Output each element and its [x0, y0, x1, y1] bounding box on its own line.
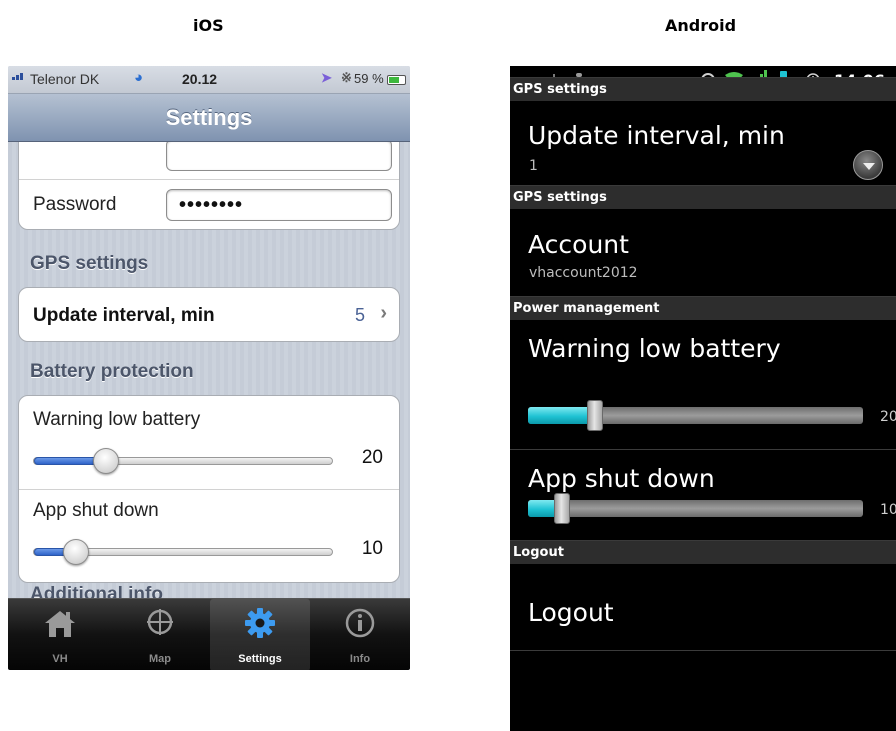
tab-label: Settings	[238, 653, 282, 665]
ios-heading: iOS	[193, 16, 224, 35]
password-row: Password ••••••••	[19, 180, 399, 229]
seekbar-fill	[528, 407, 595, 424]
warning-battery-title: Warning low battery	[528, 334, 781, 363]
battery-protection-header: Battery protection	[30, 361, 194, 382]
update-interval-label: Update interval, min	[33, 305, 215, 326]
ios-navigation-bar: Settings	[8, 94, 410, 142]
status-time: 20.12	[182, 71, 218, 87]
account-title: Account	[528, 230, 629, 259]
home-icon	[45, 611, 75, 637]
account-summary: vhaccount2012	[529, 265, 638, 281]
username-field[interactable]	[166, 142, 392, 171]
wifi-icon: ◕	[134, 69, 144, 86]
app-shutdown-value: 10	[880, 502, 896, 518]
signal-icon	[12, 73, 23, 80]
page-title: Settings	[165, 105, 253, 130]
update-interval-value: 5	[354, 305, 365, 325]
seekbar-thumb[interactable]	[587, 400, 603, 431]
carrier-name: Telenor DK	[30, 71, 100, 87]
app-shutdown-slider[interactable]	[33, 539, 333, 565]
password-label: Password	[33, 194, 117, 215]
divider	[510, 650, 896, 651]
comparison-stage: iOS Android Telenor DK ◕ 20.12 ➤ ※ 59 % …	[0, 0, 896, 731]
ios-settings-list[interactable]: Password •••••••• GPS settings Update in…	[8, 142, 410, 598]
battery-icon	[387, 75, 406, 85]
tab-settings[interactable]: Settings	[210, 599, 310, 670]
app-shutdown-seekbar[interactable]	[528, 493, 863, 524]
additional-info-header: Additional info	[30, 584, 163, 598]
update-interval-title: Update interval, min	[528, 121, 785, 150]
compass-icon	[147, 609, 173, 635]
battery-group: Warning low battery 20 App shut down 10	[18, 395, 400, 583]
category-power-management: Power management	[510, 296, 896, 320]
update-interval-cell[interactable]: Update interval, min 5 ›	[18, 287, 400, 342]
warning-battery-value: 20	[361, 447, 383, 468]
tab-vh[interactable]: VH	[10, 599, 110, 670]
android-heading: Android	[665, 16, 737, 35]
app-shutdown-row: App shut down 10	[19, 490, 399, 582]
tab-map[interactable]: Map	[110, 599, 210, 670]
warning-battery-slider[interactable]	[33, 448, 333, 474]
logout-title: Logout	[528, 598, 614, 627]
location-arrow-icon: ➤	[321, 70, 332, 85]
ios-screen: Telenor DK ◕ 20.12 ➤ ※ 59 % Settings Pas…	[8, 66, 410, 670]
category-gps-settings: GPS settings	[510, 77, 896, 101]
dropdown-icon[interactable]	[853, 150, 883, 180]
tab-label: VH	[52, 653, 68, 665]
slider-knob[interactable]	[63, 539, 89, 565]
warning-battery-seekbar[interactable]	[528, 400, 863, 431]
account-group: Password ••••••••	[18, 142, 400, 230]
gps-settings-header: GPS settings	[30, 253, 149, 274]
tab-info[interactable]: Info	[310, 599, 410, 670]
gear-icon	[245, 608, 275, 638]
app-shutdown-label: App shut down	[33, 500, 159, 521]
tab-label: Map	[149, 653, 171, 665]
bluetooth-icon: ※	[341, 70, 352, 85]
app-shutdown-title: App shut down	[528, 464, 715, 493]
username-row	[19, 142, 399, 180]
seekbar-thumb[interactable]	[554, 493, 570, 524]
chevron-right-icon: ›	[380, 302, 387, 324]
category-logout: Logout	[510, 540, 896, 564]
password-field[interactable]: ••••••••	[166, 189, 392, 221]
android-screen: 14:06 GPS settings Update interval, min …	[510, 66, 896, 731]
slider-knob[interactable]	[93, 448, 119, 474]
warning-battery-label: Warning low battery	[33, 409, 201, 430]
warning-battery-row: Warning low battery 20	[19, 396, 399, 490]
battery-percent: 59 %	[354, 71, 384, 86]
tab-label: Info	[349, 653, 371, 665]
password-value: ••••••••	[179, 194, 244, 216]
ios-status-bar: Telenor DK ◕ 20.12 ➤ ※ 59 %	[8, 66, 410, 94]
app-shutdown-value: 10	[361, 538, 383, 559]
ios-tab-bar: VH Map Settings Info	[8, 598, 410, 670]
update-interval-summary: 1	[529, 158, 538, 174]
divider	[510, 449, 896, 450]
info-icon	[345, 608, 375, 638]
warning-battery-value: 20	[880, 409, 896, 425]
category-gps-settings-2: GPS settings	[510, 185, 896, 209]
